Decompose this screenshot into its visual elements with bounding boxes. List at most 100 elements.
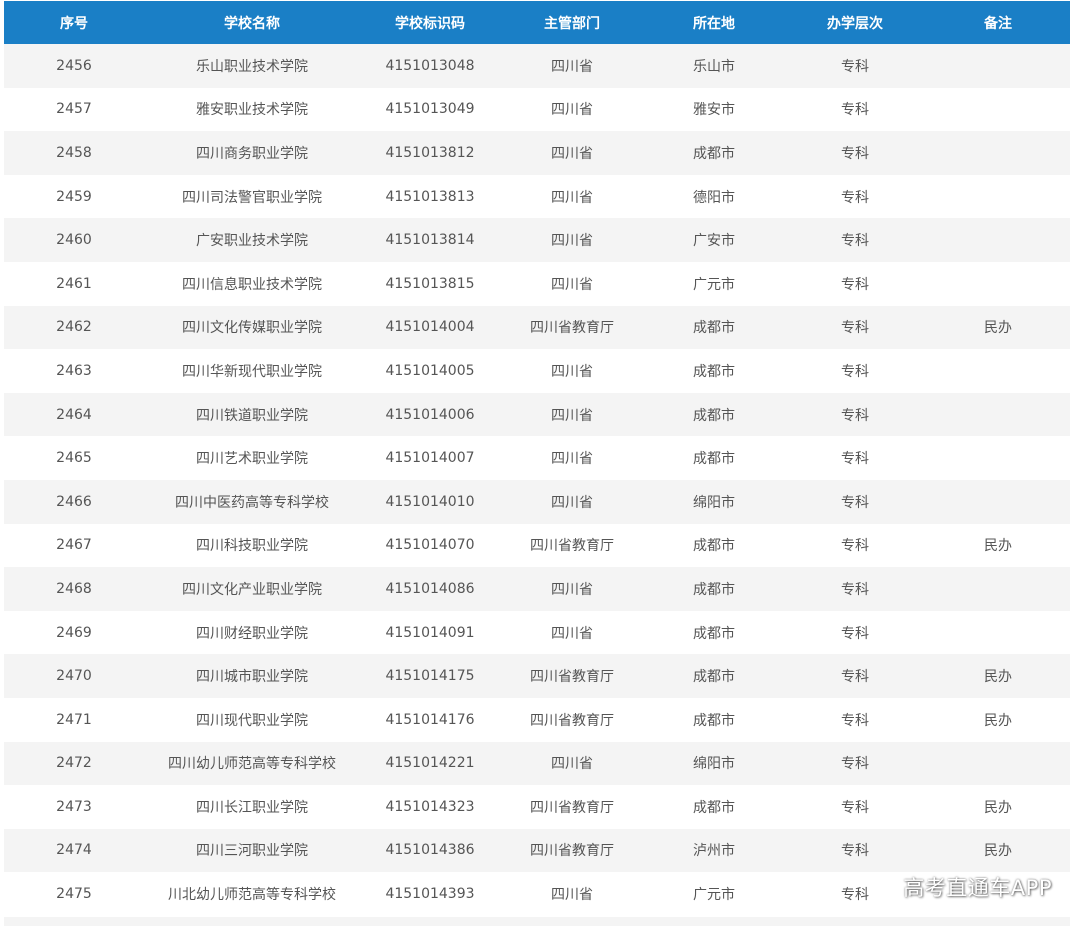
table-cell: 四川三河职业学院 <box>196 843 308 860</box>
table-row: 2458 四川商务职业学院 4151013812 四川省 成都市 专科 <box>4 131 1070 175</box>
table-row: 2463 四川华新现代职业学院 4151014005 四川省 成都市 专科 <box>4 349 1070 393</box>
table-cell: 乐山市 <box>693 58 735 75</box>
table-cell: 四川省教育厅 <box>530 799 614 816</box>
table-cell: 4151014070 <box>385 537 475 554</box>
table-cell: 四川省教育厅 <box>530 669 614 686</box>
table-cell: 四川铁道职业学院 <box>196 407 308 424</box>
table-row: 2471 四川现代职业学院 4151014176 四川省教育厅 成都市 专科 民办 <box>4 697 1070 742</box>
table-cell: 4151014005 <box>385 362 475 379</box>
table-cell: 4151014221 <box>385 755 475 772</box>
table-cell: 四川省 <box>551 276 593 293</box>
table-cell: 4151014004 <box>385 319 475 336</box>
column-header: 序号 <box>60 15 88 32</box>
table-row: 2467 四川科技职业学院 4151014070 四川省教育厅 成都市 专科 民办 <box>4 523 1070 568</box>
table-cell: 广元市 <box>693 276 735 293</box>
table-cell: 四川省 <box>551 887 593 904</box>
table-cell <box>926 218 1070 262</box>
table-cell: 2471 <box>56 711 92 728</box>
table-row: 2457 雅安职业技术学院 4151013049 四川省 雅安市 专科 <box>4 87 1070 132</box>
column-header: 学校名称 <box>224 15 280 32</box>
header-row: 序号 学校名称 学校标识码 主管部门 所在地 办学层次 备注 <box>4 1 1070 44</box>
table-cell <box>926 262 1070 306</box>
table-cell: 4151014175 <box>385 668 475 685</box>
table-cell: 2470 <box>56 668 92 685</box>
table-cell: 四川华新现代职业学院 <box>182 363 322 380</box>
table-row: 2456 乐山职业技术学院 4151013048 四川省 乐山市 专科 <box>4 44 1070 88</box>
table-cell: 成都市 <box>693 581 735 598</box>
table-cell: 2472 <box>56 755 92 772</box>
table-cell: 成都市 <box>693 712 735 729</box>
table-cell: 四川信息职业技术学院 <box>182 276 322 293</box>
table-cell <box>926 131 1070 175</box>
table-cell: 四川省教育厅 <box>530 843 614 860</box>
table-cell: 雅安市 <box>693 102 735 119</box>
table-cell: 4151013814 <box>385 232 475 249</box>
column-header: 学校标识码 <box>395 15 465 32</box>
table-row: 2460 广安职业技术学院 4151013814 四川省 广安市 专科 <box>4 218 1070 262</box>
table-cell: 4151014323 <box>385 798 475 815</box>
table-cell: 广安市 <box>693 233 735 250</box>
school-table-container: 序号 学校名称 学校标识码 主管部门 所在地 办学层次 备注 2456 乐山职业技术学院 415… <box>4 1 1070 916</box>
table-row: 2472 四川幼儿师范高等专科学校 4151014221 四川省 绵阳市 专科 <box>4 741 1070 786</box>
table-row: 2473 四川长江职业学院 4151014323 四川省教育厅 成都市 专科 民办 <box>4 785 1070 829</box>
table-row: 2470 四川城市职业学院 4151014175 四川省教育厅 成都市 专科 民办 <box>4 654 1070 698</box>
table-cell: 4151014091 <box>385 624 475 641</box>
table-cell: 乐山职业技术学院 <box>196 58 308 75</box>
table-cell: 4151013813 <box>385 188 475 205</box>
table-cell: 专科 <box>841 363 869 380</box>
table-cell: 泸州市 <box>693 843 735 860</box>
table-cell: 雅安职业技术学院 <box>196 102 308 119</box>
table-cell: 专科 <box>841 799 869 816</box>
table-row: 2474 四川三河职业学院 4151014386 四川省教育厅 泸州市 专科 民办 <box>4 828 1070 873</box>
table-cell: 专科 <box>841 538 869 555</box>
table-cell: 2467 <box>56 537 92 554</box>
table-cell: 德阳市 <box>693 189 735 206</box>
table-cell: 四川文化传媒职业学院 <box>182 320 322 337</box>
table-cell: 成都市 <box>693 320 735 337</box>
table-cell: 成都市 <box>693 799 735 816</box>
table-cell: 四川中医药高等专科学校 <box>175 494 329 511</box>
table-cell: 2458 <box>56 144 92 161</box>
table-cell: 川北幼儿师范高等专科学校 <box>168 887 336 904</box>
table-cell: 四川司法警官职业学院 <box>182 189 322 206</box>
table-cell: 专科 <box>841 58 869 75</box>
table-cell: 4151014006 <box>385 406 475 423</box>
table-cell: 成都市 <box>693 625 735 642</box>
table-cell: 民办 <box>984 799 1012 816</box>
table-cell: 四川省教育厅 <box>530 320 614 337</box>
table-cell: 四川省 <box>551 58 593 75</box>
table-cell: 专科 <box>841 320 869 337</box>
table-cell: 四川省 <box>551 189 593 206</box>
table-cell: 2462 <box>56 319 92 336</box>
table-cell: 2461 <box>56 275 92 292</box>
table-cell <box>926 611 1070 655</box>
table-cell: 专科 <box>841 669 869 686</box>
table-row: 2468 四川文化产业职业学院 4151014086 四川省 成都市 专科 <box>4 567 1070 611</box>
table-row: 2459 四川司法警官职业学院 4151013813 四川省 德阳市 专科 <box>4 174 1070 219</box>
table-cell: 2465 <box>56 450 92 467</box>
table-cell: 4151014386 <box>385 842 475 859</box>
table-cell: 成都市 <box>693 145 735 162</box>
table-cell: 专科 <box>841 233 869 250</box>
table-cell: 2457 <box>56 101 92 118</box>
table-cell: 四川省 <box>551 625 593 642</box>
table-cell: 民办 <box>984 669 1012 686</box>
table-cell: 4151014393 <box>385 886 475 903</box>
table-cell: 民办 <box>984 538 1012 555</box>
table-cell <box>926 567 1070 611</box>
table-cell: 绵阳市 <box>693 756 735 773</box>
table-cell: 民办 <box>984 712 1012 729</box>
table-cell: 2459 <box>56 188 92 205</box>
table-cell: 民办 <box>984 320 1012 337</box>
table-cell: 4151014086 <box>385 580 475 597</box>
table-cell: 4151013812 <box>385 144 475 161</box>
table-header: 序号 学校名称 学校标识码 主管部门 所在地 办学层次 备注 <box>4 1 1070 44</box>
table-cell: 专科 <box>841 843 869 860</box>
table-cell: 2473 <box>56 798 92 815</box>
table-cell: 四川省 <box>551 451 593 468</box>
table-cell: 2463 <box>56 362 92 379</box>
column-header: 主管部门 <box>544 15 600 32</box>
table-cell <box>926 436 1070 480</box>
table-cell: 4151013048 <box>385 57 475 74</box>
table-cell <box>926 44 1070 88</box>
